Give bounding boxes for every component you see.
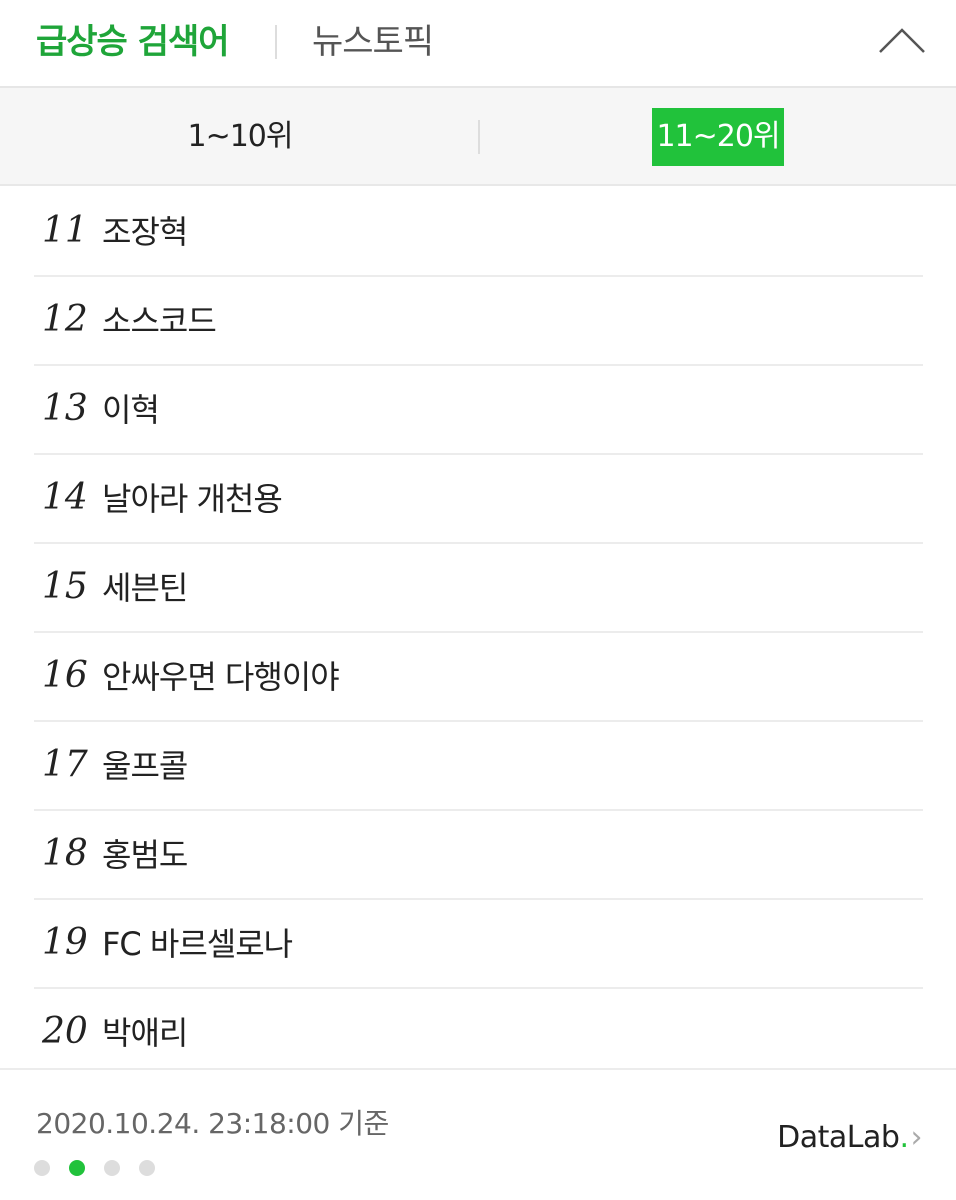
rank-item[interactable]: 12 소스코드 (34, 277, 923, 366)
rank-keyword[interactable]: 소스코드 (102, 299, 217, 343)
page-dot-4[interactable] (139, 1160, 155, 1176)
rank-list: 11 조장혁 12 소스코드 13 이혁 14 날아라 개천용 15 세븐틴 1… (34, 188, 923, 1076)
rank-number: 15 (42, 566, 88, 607)
rank-item[interactable]: 13 이혁 (34, 366, 923, 455)
rank-keyword[interactable]: 이혁 (102, 388, 160, 432)
rank-keyword[interactable]: 세븐틴 (102, 566, 188, 610)
chevron-right-icon: › (910, 1120, 923, 1155)
timestamp: 2020.10.24. 23:18:00 기준 (36, 1107, 389, 1140)
rank-keyword[interactable]: 안싸우면 다행이야 (102, 655, 340, 699)
page-indicator (34, 1160, 174, 1176)
datalab-dot: . (899, 1120, 909, 1155)
rank-keyword[interactable]: 울프콜 (102, 744, 188, 788)
rank-item[interactable]: 20 박애리 (34, 989, 923, 1076)
rank-number: 17 (42, 744, 88, 785)
datalab-text: DataLab (777, 1120, 900, 1155)
rank-item[interactable]: 16 안싸우면 다행이야 (34, 633, 923, 722)
page-dot-1[interactable] (34, 1160, 50, 1176)
rank-item[interactable]: 19 FC 바르셀로나 (34, 900, 923, 989)
rank-keyword[interactable]: 홍범도 (102, 833, 188, 877)
rank-item[interactable]: 17 울프콜 (34, 722, 923, 811)
tab-trending-keywords[interactable]: 급상승 검색어 (36, 20, 230, 64)
rank-keyword[interactable]: 날아라 개천용 (102, 477, 283, 521)
rank-number: 18 (42, 833, 88, 874)
rank-item[interactable]: 15 세븐틴 (34, 544, 923, 633)
tab-rank-1-10[interactable]: 1~10위 (170, 108, 310, 166)
rank-number: 19 (42, 922, 88, 963)
page-dot-3[interactable] (104, 1160, 120, 1176)
datalab-link[interactable]: DataLab.› (777, 1118, 922, 1158)
rank-keyword[interactable]: 조장혁 (102, 210, 188, 254)
rank-keyword[interactable]: FC 바르셀로나 (102, 922, 293, 966)
footer: 2020.10.24. 23:18:00 기준 DataLab.› (0, 1068, 956, 1200)
header: 급상승 검색어 뉴스토픽 (0, 0, 956, 86)
header-divider (275, 25, 277, 59)
rank-keyword[interactable]: 박애리 (102, 1011, 188, 1055)
rank-range-tabs: 1~10위 11~20위 (0, 86, 956, 186)
rank-number: 12 (42, 299, 88, 340)
rank-number: 11 (42, 210, 88, 251)
tab-news-topic[interactable]: 뉴스토픽 (312, 20, 434, 64)
rank-item[interactable]: 18 홍범도 (34, 811, 923, 900)
tab-rank-11-20[interactable]: 11~20위 (652, 108, 784, 166)
rank-item[interactable]: 14 날아라 개천용 (34, 455, 923, 544)
page-dot-2[interactable] (69, 1160, 85, 1176)
rank-number: 16 (42, 655, 88, 696)
range-divider (478, 120, 480, 154)
rank-item[interactable]: 11 조장혁 (34, 188, 923, 277)
chevron-up-icon[interactable] (876, 22, 928, 58)
rank-number: 14 (42, 477, 88, 518)
rank-number: 20 (42, 1011, 88, 1052)
rank-number: 13 (42, 388, 88, 429)
